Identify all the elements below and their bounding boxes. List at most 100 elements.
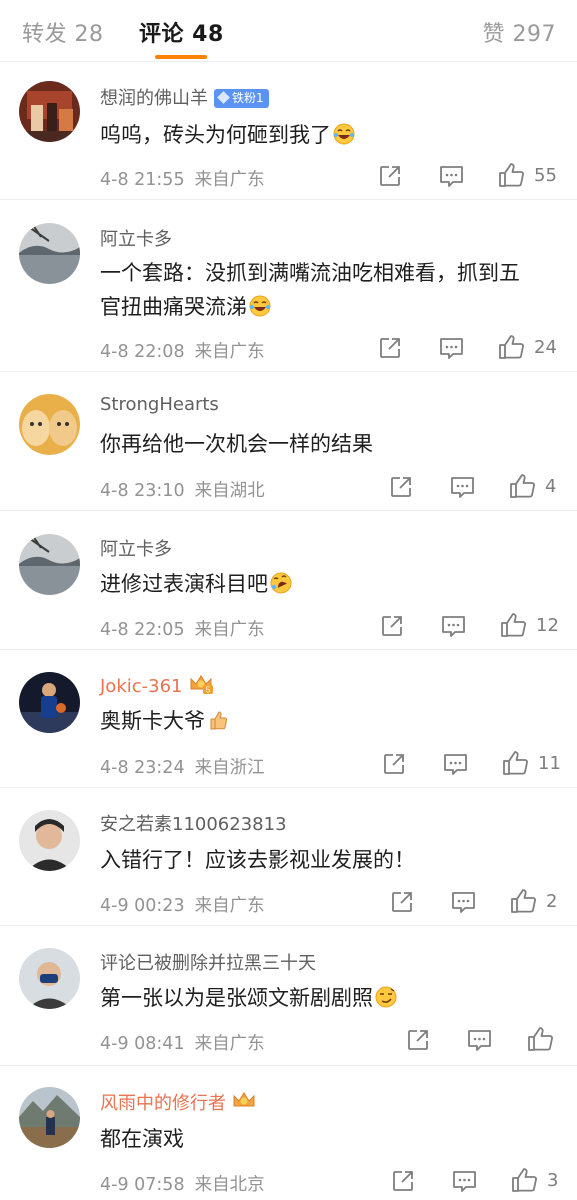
- reply-button[interactable]: [452, 1170, 477, 1193]
- forward-button[interactable]: [378, 164, 402, 188]
- comment-location: 来自广东: [194, 896, 265, 916]
- avatar[interactable]: [19, 534, 80, 595]
- comment-icon: [440, 166, 463, 187]
- crown-badge-icon: 5: [190, 675, 213, 695]
- comment-icon: [453, 1171, 476, 1192]
- comment-meta: 4-8 21:55 来自广东: [100, 166, 265, 191]
- thumbs-up-icon: [499, 335, 524, 359]
- comment-username[interactable]: 想润的佛山羊 铁粉1: [100, 84, 269, 110]
- comment-username[interactable]: 风雨中的修行者: [100, 1089, 257, 1115]
- reply-button[interactable]: [467, 1029, 492, 1052]
- thumbs-up-icon: [499, 163, 524, 187]
- comment-location: 来自北京: [194, 1175, 265, 1195]
- comment-item: StrongHearts 你再给他一次机会一样的结果 4-8 23:10 来自湖北…: [0, 372, 577, 511]
- tab-repost[interactable]: 转发 28: [22, 16, 104, 48]
- comment-icon: [468, 1030, 491, 1051]
- reply-button[interactable]: [443, 753, 468, 776]
- reply-button[interactable]: [439, 165, 464, 188]
- svg-text:5: 5: [205, 686, 210, 695]
- like-count: 11: [538, 753, 561, 774]
- avatar[interactable]: [19, 223, 80, 284]
- comment-text: 一个套路：没抓到满嘴流油吃相难看，抓到五官扭曲痛哭流涕: [100, 261, 520, 319]
- forward-button[interactable]: [382, 752, 406, 776]
- forward-button[interactable]: [406, 1028, 430, 1052]
- like-button[interactable]: [509, 473, 536, 499]
- avatar[interactable]: [19, 948, 80, 1009]
- comment-username[interactable]: 评论已被删除并拉黑三十天: [100, 949, 316, 975]
- comment-icon: [451, 477, 474, 498]
- comment-item: 阿立卡多 进修过表演科目吧 4-8 22:05 来自广东 12: [0, 511, 577, 650]
- share-icon: [408, 1030, 428, 1050]
- comment-username[interactable]: Jokic-361 5: [100, 673, 214, 697]
- comment-text: 你再给他一次机会一样的结果: [100, 432, 373, 456]
- comment-text: 呜呜，砖头为何砸到我了: [100, 118, 560, 152]
- laugh-cry-emoji-icon: [333, 123, 355, 145]
- avatar[interactable]: [19, 394, 80, 455]
- smirk-emoji-icon: [375, 986, 397, 1008]
- comment-time: 4-8 21:55: [100, 170, 185, 190]
- like-count: 4: [545, 476, 557, 497]
- like-button[interactable]: [527, 1026, 554, 1052]
- comment-meta: 4-8 23:24 来自浙江: [100, 754, 265, 779]
- share-icon: [380, 166, 400, 186]
- comment-location: 来自广东: [194, 1034, 265, 1054]
- like-button[interactable]: [502, 750, 529, 776]
- comment-icon: [442, 616, 465, 637]
- avatar[interactable]: [19, 81, 80, 142]
- like-count: 12: [536, 615, 559, 636]
- share-icon: [392, 892, 412, 912]
- reply-button[interactable]: [439, 337, 464, 360]
- forward-button[interactable]: [380, 614, 404, 638]
- forward-button[interactable]: [378, 336, 402, 360]
- comment-username[interactable]: 安之若素1100623813: [100, 810, 287, 836]
- like-button[interactable]: [498, 334, 525, 360]
- comment-username[interactable]: 阿立卡多: [100, 225, 172, 251]
- comment-time: 4-9 00:23: [100, 896, 185, 916]
- comment-item: 阿立卡多 一个套路：没抓到满嘴流油吃相难看，抓到五官扭曲痛哭流涕 4-8 22:…: [0, 200, 577, 372]
- like-button[interactable]: [510, 888, 537, 914]
- tab-bar: 转发 28 评论 48 赞 297: [0, 0, 577, 62]
- forward-button[interactable]: [390, 890, 414, 914]
- comment-meta: 4-9 00:23 来自广东: [100, 892, 265, 917]
- comment-username[interactable]: 阿立卡多: [100, 535, 172, 561]
- comment-location: 来自湖北: [194, 481, 265, 501]
- comment-time: 4-8 23:10: [100, 481, 185, 501]
- comment-list: 想润的佛山羊 铁粉1 呜呜，砖头为何砸到我了 4-8 21:55 来自广东 55 阿…: [0, 63, 577, 1196]
- comment-item: 安之若素1100623813 入错行了！应该去影视业发展的！ 4-9 00:23…: [0, 788, 577, 926]
- thumbs-up-icon: [510, 474, 535, 498]
- avatar[interactable]: [19, 1087, 80, 1148]
- active-tab-indicator: [155, 55, 207, 59]
- fan-level-badge: 铁粉1: [214, 89, 269, 108]
- tab-likes[interactable]: 赞 297: [483, 16, 557, 48]
- reply-button[interactable]: [441, 615, 466, 638]
- like-button[interactable]: [511, 1167, 538, 1193]
- rofl-emoji-icon: [270, 572, 292, 594]
- thumbs-up-icon: [512, 1168, 537, 1192]
- forward-button[interactable]: [389, 475, 413, 499]
- reply-button[interactable]: [451, 891, 476, 914]
- comment-meta: 4-9 08:41 来自广东: [100, 1030, 265, 1055]
- comment-meta: 4-8 23:10 来自湖北: [100, 477, 265, 502]
- reply-button[interactable]: [450, 476, 475, 499]
- avatar[interactable]: [19, 672, 80, 733]
- comment-time: 4-8 23:24: [100, 758, 185, 778]
- forward-button[interactable]: [391, 1169, 415, 1193]
- comment-text: 都在演戏: [100, 1127, 184, 1151]
- like-button[interactable]: [498, 162, 525, 188]
- thumbs-up-icon: [511, 889, 536, 913]
- avatar[interactable]: [19, 810, 80, 871]
- comment-time: 4-9 07:58: [100, 1175, 185, 1195]
- share-icon: [382, 616, 402, 636]
- comment-time: 4-9 08:41: [100, 1034, 185, 1054]
- comment-item: Jokic-361 5 奥斯卡大爷 4-8 23:24 来自浙江 11: [0, 650, 577, 788]
- comment-icon: [440, 338, 463, 359]
- comment-text: 入错行了！应该去影视业发展的！: [100, 848, 415, 872]
- comment-location: 来自广东: [194, 170, 265, 190]
- comment-username[interactable]: StrongHearts: [100, 394, 219, 415]
- comment-location: 来自广东: [194, 620, 265, 640]
- thumbs-up-emoji-icon: [210, 711, 228, 730]
- comment-item: 想润的佛山羊 铁粉1 呜呜，砖头为何砸到我了 4-8 21:55 来自广东 55: [0, 63, 577, 200]
- tab-comments[interactable]: 评论 48: [139, 16, 224, 48]
- comment-location: 来自浙江: [194, 758, 265, 778]
- like-button[interactable]: [500, 612, 527, 638]
